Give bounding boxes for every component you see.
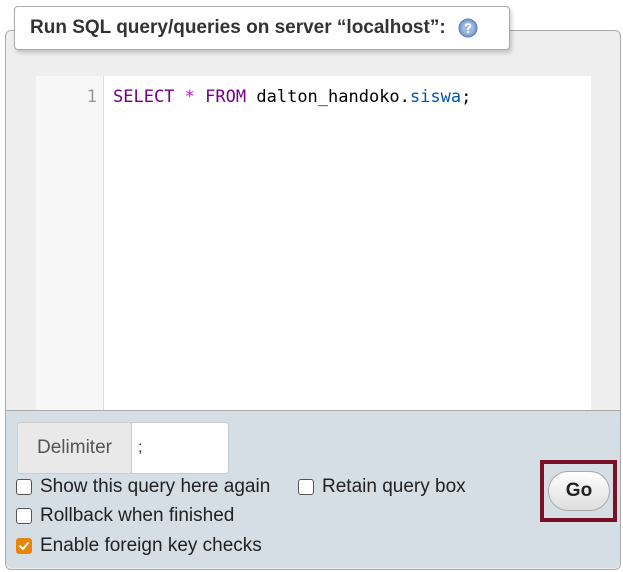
line-gutter: 1 [36,76,104,410]
sql-editor[interactable]: 1 SELECT * FROM dalton_handoko.siswa; [36,76,591,410]
sql-keyword-select: SELECT [113,87,175,107]
sql-table-name: siswa [409,87,462,107]
foreign-keys-label: Enable foreign key checks [40,535,262,556]
delimiter-input[interactable] [132,423,228,473]
sql-semicolon: ; [461,87,472,107]
rollback-checkbox[interactable] [16,508,32,524]
retain-box-label: Retain query box [322,476,466,497]
foreign-keys-checkbox[interactable] [16,538,32,554]
sql-database-name: dalton_handoko [256,87,400,107]
delimiter-label: Delimiter [18,423,132,473]
checkmark-icon [19,542,29,550]
rollback-option[interactable]: Rollback when finished [16,505,234,527]
show-query-label: Show this query here again [40,476,271,497]
foreign-keys-option[interactable]: Enable foreign key checks [16,535,262,557]
sql-keyword-from: FROM [205,87,247,107]
retain-box-checkbox[interactable] [298,479,314,495]
rollback-label: Rollback when finished [40,505,235,526]
line-number: 1 [86,87,97,107]
panel-title: Run SQL query/queries on server “localho… [30,17,446,38]
show-query-option[interactable]: Show this query here again [16,476,270,498]
help-icon[interactable] [458,18,478,38]
go-button[interactable]: Go [548,471,610,511]
delimiter-group: Delimiter [17,422,229,474]
sql-operator-star: * [184,87,195,107]
retain-box-option[interactable]: Retain query box [298,476,466,498]
panel-legend: Run SQL query/queries on server “localho… [14,6,510,50]
show-query-checkbox[interactable] [16,479,32,495]
code-line[interactable]: SELECT * FROM dalton_handoko.siswa; [113,87,471,107]
sql-dot: . [399,87,410,107]
go-button-highlight: Go [540,460,617,522]
